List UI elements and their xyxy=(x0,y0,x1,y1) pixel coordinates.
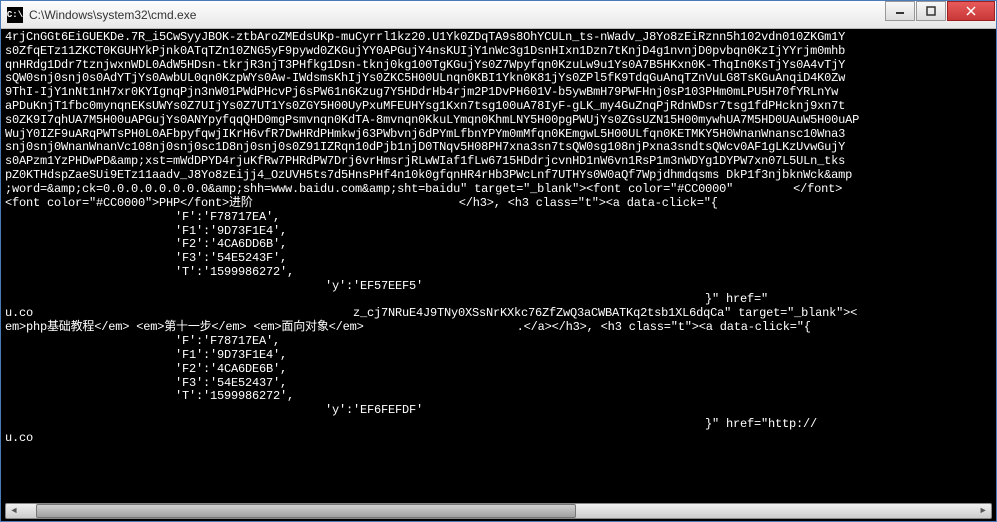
console-line: 9ThI-IjY1nNt1nH7xr0KYIgnqPjn3nW01PWdPHcv… xyxy=(5,86,992,100)
close-button[interactable] xyxy=(947,1,995,21)
kv-T-2: 'T':'1599986272', xyxy=(175,390,992,404)
horizontal-scrollbar[interactable]: ◄ ► xyxy=(5,503,992,519)
console-line: WujY0IZF9uARqPWTsPH0L0AFbpyfqwjIKrH6vfR7… xyxy=(5,128,992,142)
href-line-1: }" href=" xyxy=(705,293,992,307)
console-line: snj0snj0WnanWnanVc108nj0snj0sc1D8nj0snj0… xyxy=(5,141,992,155)
titlebar[interactable]: C:\ C:\Windows\system32\cmd.exe xyxy=(1,1,996,29)
console-line: s0ZK9I7qhUA7M5H00uAPGujYs0ANYpyfqqQHD0mg… xyxy=(5,114,992,128)
console-line: s0ZfqETz11ZKCT0KGUHYkPjnk0ATqTZn10ZNG5yF… xyxy=(5,45,992,59)
kv-F-1: 'F':'F78717EA', xyxy=(175,211,992,225)
kv-y-1: 'y':'EF57EEF5' xyxy=(325,280,992,294)
window-title: C:\Windows\system32\cmd.exe xyxy=(29,8,196,22)
bottom-line: u.co xyxy=(5,432,992,446)
maximize-button[interactable] xyxy=(916,1,946,21)
scroll-right-arrow-icon[interactable]: ► xyxy=(975,504,991,518)
scroll-left-arrow-icon[interactable]: ◄ xyxy=(6,504,22,518)
cmd-icon: C:\ xyxy=(7,7,23,23)
cmd-window: C:\ C:\Windows\system32\cmd.exe 4rjCnGGt… xyxy=(0,0,997,522)
kv-F3-1: 'F3':'54E5243F', xyxy=(175,252,992,266)
kv-T-1: 'T':'1599986272', xyxy=(175,266,992,280)
console-line: qnHRdg1Ddr7tznjwxnWDL0AdW5HDsn-tkrjR3njT… xyxy=(5,59,992,73)
url-line: ;word=&amp;ck=0.0.0.0.0.0.0.0&amp;shh=ww… xyxy=(5,183,992,197)
scrollbar-thumb[interactable] xyxy=(36,504,576,518)
console-output: 4rjCnGGt6EiGUEKDe.7R_i5CwSyyJBOK-ztbAroZ… xyxy=(5,31,992,183)
titlebar-left: C:\ C:\Windows\system32\cmd.exe xyxy=(7,7,196,23)
kv-F1-1: 'F1':'9D73F1E4', xyxy=(175,225,992,239)
php-advance-line: <font color="#CC0000">PHP</font>进阶 </h3>… xyxy=(5,197,992,211)
minimize-button[interactable] xyxy=(885,1,915,21)
console-line: pZ0KTHdspZaeSUi9ETz11aadv_J8Yo8zEijj4_Oz… xyxy=(5,169,992,183)
kv-F2-1: 'F2':'4CA6DD6B', xyxy=(175,238,992,252)
kv-F2-2: 'F2':'4CA6DE6B', xyxy=(175,363,992,377)
kv-F3-2: 'F3':'54E52437', xyxy=(175,377,992,391)
console-line: aPDuKnjT1fbc0mynqnEKsUWYs0Z7UIjYs0Z7UT1Y… xyxy=(5,100,992,114)
kv-F-2: 'F':'F78717EA', xyxy=(175,335,992,349)
href-line-2: }" href="http:// xyxy=(705,418,992,432)
console-line: sQW0snj0snj0s0AdYTjYs0AwbUL0qn0KzpWYs0Aw… xyxy=(5,72,992,86)
console-area[interactable]: 4rjCnGGt6EiGUEKDe.7R_i5CwSyyJBOK-ztbAroZ… xyxy=(1,29,996,521)
window-controls xyxy=(885,1,996,28)
console-line: s0APzm1YzPHDwPD&amp;xst=mWdDPYD4rjuKfRw7… xyxy=(5,155,992,169)
php-tutorial-line: em>php基础教程</em> <em>第十一步</em> <em>面向对象</… xyxy=(5,321,992,335)
console-line: 4rjCnGGt6EiGUEKDe.7R_i5CwSyyJBOK-ztbAroZ… xyxy=(5,31,992,45)
kv-F1-2: 'F1':'9D73F1E4', xyxy=(175,349,992,363)
kv-y-2: 'y':'EF6FEFDF' xyxy=(325,404,992,418)
